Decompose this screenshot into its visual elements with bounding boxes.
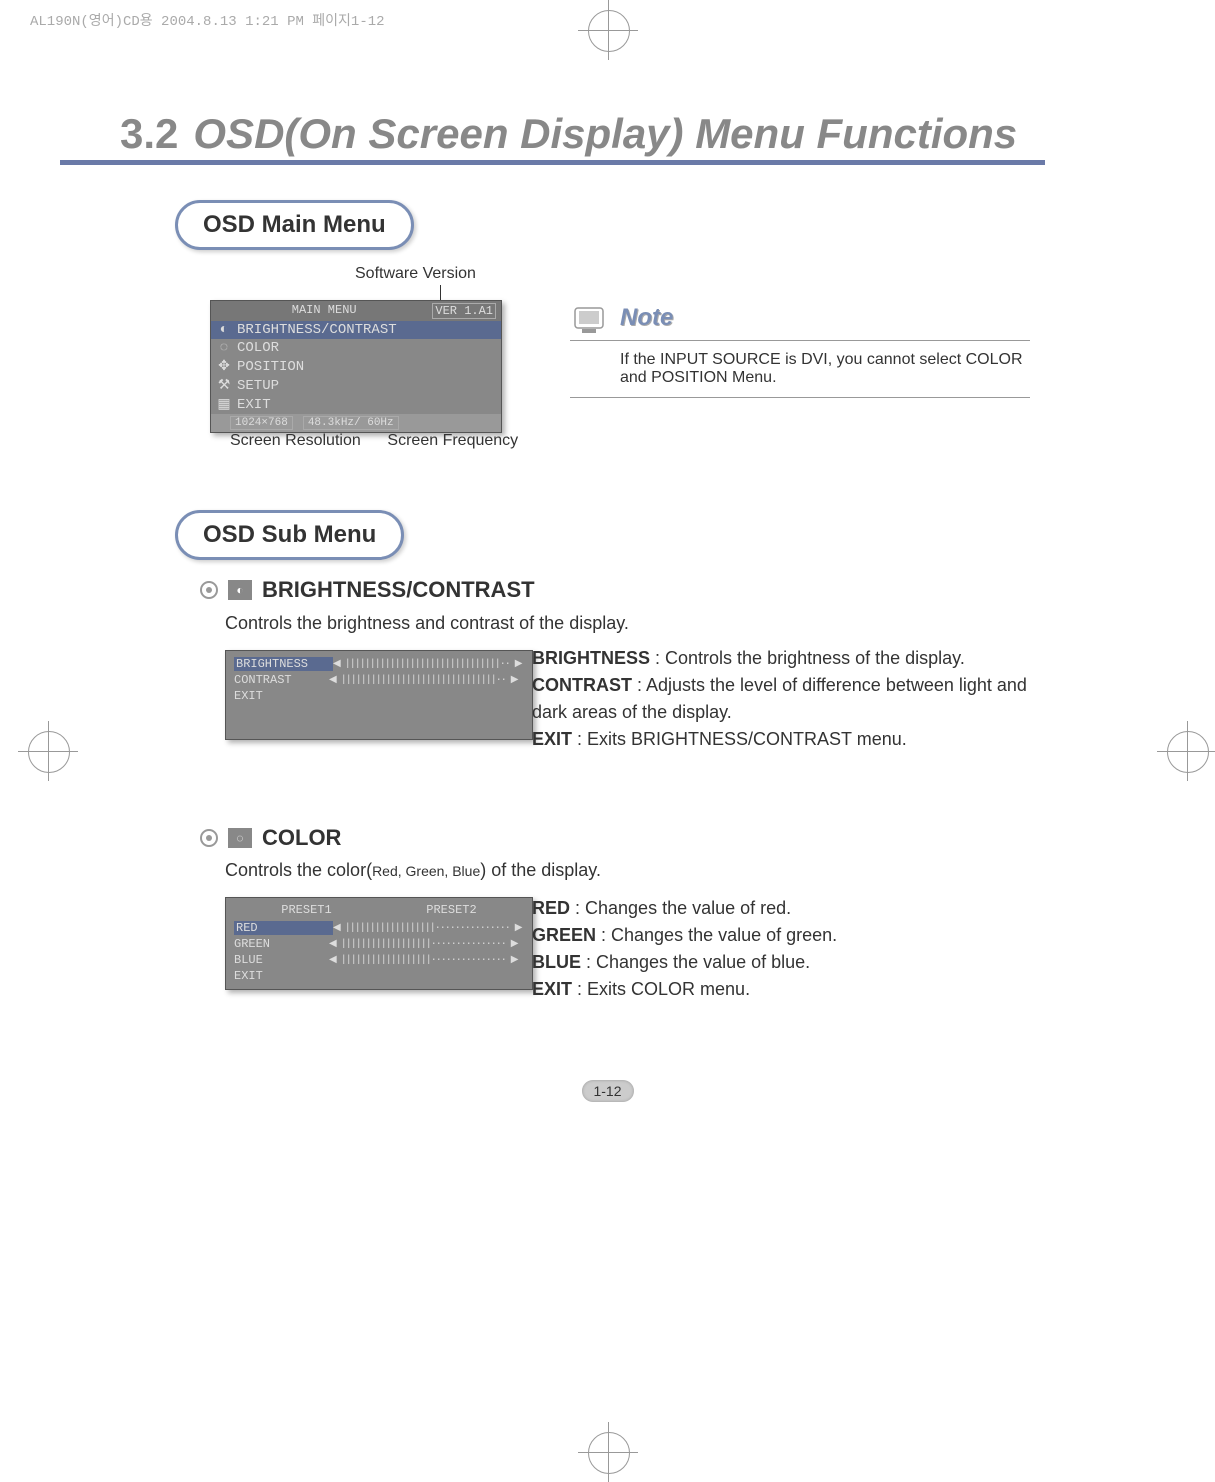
print-metadata: AL190N(영어)CD용 2004.8.13 1:21 PM 페이지1-12 bbox=[30, 10, 385, 30]
brightness-description: Controls the brightness and contrast of … bbox=[225, 613, 629, 634]
osd-item-brightness: ◐BRIGHTNESS/CONTRAST bbox=[211, 321, 501, 339]
resolution-label: Screen Resolution bbox=[230, 432, 361, 449]
section-header: 3.2 OSD(On Screen Display) Menu Function… bbox=[120, 110, 1045, 165]
color-heading: ◌ COLOR bbox=[200, 825, 341, 851]
pill-label: OSD Main Menu bbox=[175, 200, 414, 250]
color-title: COLOR bbox=[262, 825, 341, 851]
note-title: Note bbox=[620, 304, 673, 332]
term-exit-color: EXIT bbox=[532, 979, 572, 999]
term-blue: BLUE bbox=[532, 952, 581, 972]
page-number: 1-12 bbox=[581, 1080, 633, 1102]
brightness-definitions: BRIGHTNESS : Controls the brightness of … bbox=[532, 645, 1032, 753]
brightness-osd-screenshot: BRIGHTNESS◀ ||||||||||||||||||||||||||||… bbox=[225, 650, 533, 740]
monitor-icon bbox=[570, 300, 610, 335]
crop-mark-top bbox=[578, 0, 638, 60]
osd-version: VER 1.A1 bbox=[432, 303, 496, 319]
software-version-label: Software Version bbox=[355, 265, 476, 283]
term-brightness: BRIGHTNESS bbox=[532, 648, 650, 668]
color-osd-screenshot: PRESET1 PRESET2 RED◀ ||||||||||||||||||·… bbox=[225, 897, 533, 990]
crop-mark-right bbox=[1157, 721, 1197, 761]
preset1-label: PRESET1 bbox=[281, 903, 331, 917]
osd-title: MAIN MENU bbox=[216, 303, 432, 319]
term-red: RED bbox=[532, 898, 570, 918]
pill-label: OSD Sub Menu bbox=[175, 510, 404, 560]
note-box: Note If the INPUT SOURCE is DVI, you can… bbox=[570, 300, 1030, 398]
term-exit: EXIT bbox=[532, 729, 572, 749]
osd-main-menu-pill: OSD Main Menu bbox=[175, 200, 414, 250]
brightness-title: BRIGHTNESS/CONTRAST bbox=[262, 577, 535, 603]
term-green: GREEN bbox=[532, 925, 596, 945]
osd-frequency: 48.3kHz/ 60Hz bbox=[303, 416, 399, 430]
osd-resolution: 1024×768 bbox=[230, 416, 293, 430]
preset2-label: PRESET2 bbox=[426, 903, 476, 917]
color-definitions: RED : Changes the value of red. GREEN : … bbox=[532, 895, 1032, 1003]
osd-item-setup: ⚒SETUP bbox=[211, 376, 501, 395]
color-description: Controls the color(Red, Green, Blue) of … bbox=[225, 860, 601, 881]
palette-icon: ◌ bbox=[228, 828, 252, 848]
section-title: OSD(On Screen Display) Menu Functions bbox=[193, 110, 1017, 158]
crop-mark-left bbox=[18, 721, 58, 761]
osd-item-exit: ▦EXIT bbox=[211, 395, 501, 414]
bullet-icon bbox=[200, 581, 218, 599]
note-body: If the INPUT SOURCE is DVI, you cannot s… bbox=[570, 341, 1030, 398]
term-contrast: CONTRAST bbox=[532, 675, 632, 695]
contrast-icon: ◐ bbox=[228, 580, 252, 600]
bullet-icon bbox=[200, 829, 218, 847]
osd-item-position: ✥POSITION bbox=[211, 357, 501, 376]
crop-mark-bottom bbox=[578, 1422, 638, 1482]
osd-sub-menu-pill: OSD Sub Menu bbox=[175, 510, 404, 560]
brightness-heading: ◐ BRIGHTNESS/CONTRAST bbox=[200, 577, 535, 603]
main-osd-screenshot: MAIN MENU VER 1.A1 ◐BRIGHTNESS/CONTRAST … bbox=[210, 300, 502, 433]
section-number: 3.2 bbox=[120, 110, 178, 158]
osd-item-color: ◌COLOR bbox=[211, 339, 501, 357]
screenshot-footer-labels: Screen Resolution Screen Frequency bbox=[230, 432, 518, 450]
frequency-label: Screen Frequency bbox=[387, 432, 518, 449]
